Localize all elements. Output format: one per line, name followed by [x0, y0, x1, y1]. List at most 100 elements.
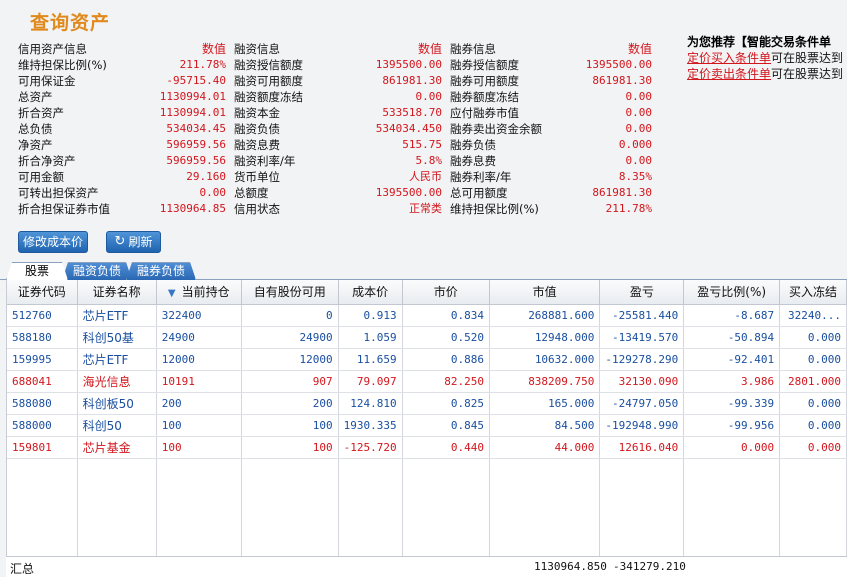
table-row[interactable]: 588000 科创50 100 100 1930.335 0.845 84.500 -1929…	[7, 414, 847, 437]
info-value: 596959.56	[166, 154, 226, 167]
info-label: 总可用额度	[450, 186, 508, 200]
credit-info-item: 净资产 596959.56	[18, 137, 234, 153]
info-row: 可用保证金 -95715.40 融资可用额度 861981.30 融券可用额度 86198…	[18, 73, 666, 89]
info-label: 融资额度冻结	[234, 90, 303, 104]
info-row: 净资产 596959.56 融资息费 515.75 融券负债 0.000	[18, 137, 666, 153]
info-label: 融券可用额度	[450, 74, 519, 88]
info-value: 861981.30	[592, 74, 652, 87]
short-info-item: 融券额度冻结 0.00	[450, 89, 666, 105]
cell-price: 0.520	[402, 326, 490, 349]
margin-info-item: 融资利率/年 5.8%	[234, 153, 450, 169]
refresh-button[interactable]: ↻ 刷新	[106, 231, 161, 253]
cell-code: 159801	[7, 436, 78, 459]
info-label: 货币单位	[234, 170, 280, 184]
cell-code: 588000	[7, 414, 78, 437]
table-header: 证券代码 证券名称 ▼ 当前持仓 自有股份可用 成本价 市价 市值 盈亏 盈亏比例…	[7, 280, 847, 305]
buy-condition-link[interactable]: 定价买入条件单	[687, 51, 771, 65]
cell-buy-frozen: 2801.000	[779, 370, 847, 393]
cell-code: 588080	[7, 392, 78, 415]
cell-buy-frozen: 0.000	[779, 436, 847, 459]
info-label: 信用资产信息	[18, 42, 87, 56]
cell-name: 芯片ETF	[77, 348, 157, 371]
cell-position: 24900	[156, 326, 242, 349]
cell-cost: 79.097	[338, 370, 403, 393]
cell-position: 100	[156, 436, 242, 459]
table-row[interactable]: 588180 科创50基 24900 24900 1.059 0.520 12948.000…	[7, 326, 847, 349]
info-label: 维持担保比例(%)	[450, 202, 539, 216]
col-code[interactable]: 证券代码	[7, 280, 78, 305]
credit-info-item: 折合净资产 596959.56	[18, 153, 234, 169]
info-label: 折合净资产	[18, 154, 76, 168]
sort-desc-icon: ▼	[167, 288, 176, 300]
table-row[interactable]: 159995 芯片ETF 12000 12000 11.659 0.886 10632.00…	[7, 348, 847, 371]
cell-available: 100	[241, 436, 339, 459]
cell-profit-loss: 12616.040	[599, 436, 685, 459]
cell-profit-ratio: -92.401	[683, 348, 781, 371]
info-label: 应付融券市值	[450, 106, 519, 120]
cell-name: 海光信息	[77, 370, 157, 393]
credit-info-item: 维持担保比例(%) 211.78%	[18, 57, 234, 73]
info-value: 861981.30	[592, 186, 652, 199]
cell-profit-loss: -129278.290	[599, 348, 685, 371]
cell-price: 82.250	[402, 370, 490, 393]
cell-name: 科创板50	[77, 392, 157, 415]
cell-buy-frozen: 32240...	[779, 304, 847, 327]
info-label: 融资信息	[234, 42, 280, 56]
tab-stocks[interactable]: 股票	[6, 262, 68, 280]
cell-profit-ratio: -8.687	[683, 304, 781, 327]
col-position-label: 当前持仓	[181, 285, 230, 300]
short-info-item: 融券授信额度 1395500.00	[450, 57, 666, 73]
col-position[interactable]: ▼ 当前持仓	[156, 280, 242, 305]
col-profit-ratio[interactable]: 盈亏比例(%)	[683, 280, 781, 305]
promo-title: 为您推荐【智能交易条件单	[687, 35, 832, 49]
col-price[interactable]: 市价	[402, 280, 490, 305]
info-row: 折合资产 1130994.01 融资本金 533518.70 应付融券市值 0.00	[18, 105, 666, 121]
col-available[interactable]: 自有股份可用	[241, 280, 339, 305]
info-label: 融券卖出资金余额	[450, 122, 542, 136]
cell-name: 科创50	[77, 414, 157, 437]
info-value: 861981.30	[382, 74, 442, 87]
cell-market-value: 268881.600	[489, 304, 601, 327]
short-info-item: 融券可用额度 861981.30	[450, 73, 666, 89]
col-name[interactable]: 证券名称	[77, 280, 157, 305]
info-value: 29.160	[186, 170, 226, 183]
table-row[interactable]: 688041 海光信息 10191 907 79.097 82.250 838209.750…	[7, 370, 847, 393]
credit-info-item: 总资产 1130994.01	[18, 89, 234, 105]
info-label: 融券利率/年	[450, 170, 512, 184]
col-cost[interactable]: 成本价	[338, 280, 403, 305]
cell-code: 512760	[7, 304, 78, 327]
info-value: 0.00	[625, 106, 653, 119]
credit-info-item: 总负债 534034.45	[18, 121, 234, 137]
info-row: 折合净资产 596959.56 融资利率/年 5.8% 融券息费 0.00	[18, 153, 666, 169]
col-market-value[interactable]: 市值	[489, 280, 601, 305]
info-label: 净资产	[18, 138, 53, 152]
info-label: 融券息费	[450, 154, 496, 168]
table-row[interactable]: 588080 科创板50 200 200 124.810 0.825 165.000 -247…	[7, 392, 847, 415]
edit-cost-button[interactable]: 修改成本价	[18, 231, 88, 253]
info-label: 可用金额	[18, 170, 64, 184]
margin-info-item: 总额度 1395500.00	[234, 185, 450, 201]
info-row: 总负债 534034.45 融资负债 534034.450 融券卖出资金余额 0.00	[18, 121, 666, 137]
cell-cost: -125.720	[338, 436, 403, 459]
cell-price: 0.845	[402, 414, 490, 437]
margin-info-item: 融资额度冻结 0.00	[234, 89, 450, 105]
info-label: 总负债	[18, 122, 53, 136]
col-buy-frozen[interactable]: 买入冻结	[779, 280, 847, 305]
cell-cost: 1930.335	[338, 414, 403, 437]
totals-row: 汇总 1130964.850 -341279.210	[6, 556, 847, 577]
cell-profit-ratio: 3.986	[683, 370, 781, 393]
cell-profit-loss: -25581.440	[599, 304, 685, 327]
margin-info-item: 信用状态 正常类	[234, 201, 450, 217]
info-value: 0.00	[625, 154, 653, 167]
table-row[interactable]: 159801 芯片基金 100 100 -125.720 0.440 44.000 12616…	[7, 436, 847, 459]
margin-info-item: 融资信息 数值	[234, 41, 450, 57]
tab-short-debt[interactable]: 融券负债	[126, 262, 196, 280]
cell-position: 200	[156, 392, 242, 415]
info-label: 可转出担保资产	[18, 186, 99, 200]
sell-condition-link[interactable]: 定价卖出条件单	[687, 67, 771, 81]
table-row[interactable]: 512760 芯片ETF 322400 0 0.913 0.834 268881.600 -2…	[7, 304, 847, 327]
cell-cost: 0.913	[338, 304, 403, 327]
col-profit-loss[interactable]: 盈亏	[599, 280, 685, 305]
tab-margin-debt[interactable]: 融资负债	[62, 262, 132, 280]
holdings-table[interactable]: 证券代码 证券名称 ▼ 当前持仓 自有股份可用 成本价 市价 市值 盈亏 盈亏比例…	[6, 280, 847, 577]
